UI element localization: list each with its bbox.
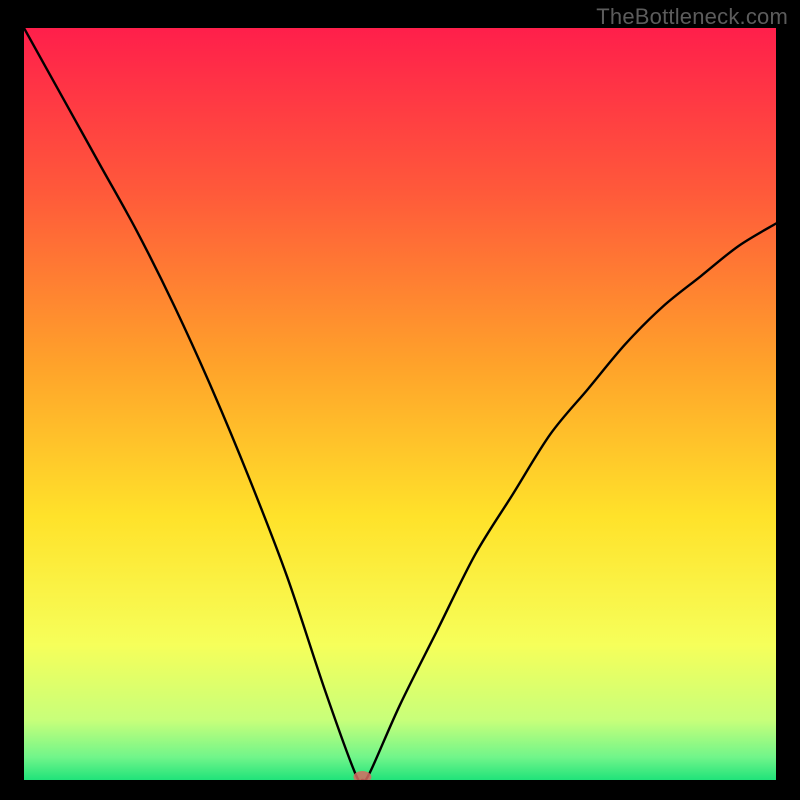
chart-svg xyxy=(24,28,776,780)
watermark-text: TheBottleneck.com xyxy=(596,4,788,30)
plot-area xyxy=(24,28,776,780)
chart-frame: TheBottleneck.com xyxy=(0,0,800,800)
gradient-background xyxy=(24,28,776,780)
